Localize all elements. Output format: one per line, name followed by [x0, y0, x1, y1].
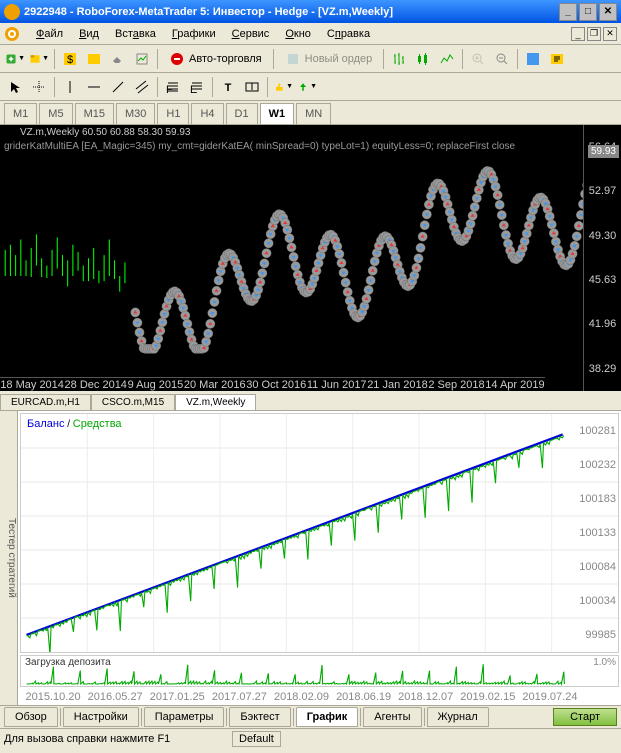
- tab-agents[interactable]: Агенты: [363, 707, 421, 727]
- chart-tab-csco[interactable]: CSCO.m,M15: [91, 394, 175, 410]
- zoom-out-button[interactable]: [491, 48, 513, 70]
- autotrading-icon: [169, 51, 185, 67]
- tf-w1[interactable]: W1: [260, 103, 295, 124]
- menu-view[interactable]: Вид: [71, 26, 107, 42]
- new-order-label: Новый ордер: [305, 53, 373, 65]
- tab-settings[interactable]: Настройки: [63, 707, 139, 727]
- svg-text:T: T: [249, 81, 256, 93]
- price-tag: 59.93: [588, 145, 619, 158]
- main-toolbar: ▼ ▼ $ Авто-торговля Новый ордер: [0, 45, 621, 73]
- equity-legend: Баланс / Средства: [27, 418, 122, 430]
- chart-y-axis: 59.93 56.64 52.97 49.30 45.63 41.96 38.2…: [583, 125, 621, 391]
- tab-journal[interactable]: Журнал: [427, 707, 489, 727]
- toolbox-button[interactable]: [107, 48, 129, 70]
- maximize-button[interactable]: □: [579, 3, 597, 21]
- timeframe-tabs: M1 M5 M15 M30 H1 H4 D1 W1 MN: [0, 101, 621, 125]
- tf-m1[interactable]: M1: [4, 103, 37, 124]
- crosshair-button[interactable]: [28, 76, 50, 98]
- tester-x-axis: 2015.10.202016.05.272017.01.252017.07.27…: [18, 689, 621, 705]
- candle-chart-button[interactable]: [412, 48, 434, 70]
- cursor-button[interactable]: [4, 76, 26, 98]
- line-chart-button[interactable]: [436, 48, 458, 70]
- chart-x-axis: 18 May 201428 Dec 20149 Aug 201520 Mar 2…: [0, 377, 545, 391]
- chart-window-tabs: EURCAD.m,H1 CSCO.m,M15 VZ.m,Weekly: [0, 391, 621, 411]
- doc-close-button[interactable]: ✕: [603, 27, 617, 41]
- drawing-toolbar: F E T T ▼ ▼: [0, 73, 621, 101]
- tf-m5[interactable]: M5: [39, 103, 72, 124]
- status-help: Для вызова справки нажмите F1: [4, 733, 224, 745]
- autotrading-button[interactable]: Авто-торговля: [162, 48, 269, 70]
- tester-tabs: Обзор Настройки Параметры Бэктест График…: [0, 706, 621, 728]
- svg-text:T: T: [225, 82, 232, 94]
- tester-button[interactable]: [131, 48, 153, 70]
- svg-text:$: $: [67, 54, 73, 66]
- doc-restore-button[interactable]: ❐: [587, 27, 601, 41]
- start-button[interactable]: Старт: [553, 708, 617, 726]
- tab-backtest[interactable]: Бэктест: [229, 707, 290, 727]
- tf-h4[interactable]: H4: [191, 103, 223, 124]
- market-watch-button[interactable]: $: [59, 48, 81, 70]
- window-title: 2922948 - RoboForex-MetaTrader 5: Инвест…: [24, 6, 559, 18]
- chart-tab-vz[interactable]: VZ.m,Weekly: [175, 394, 256, 410]
- strategy-tester: Тестер стратегий Баланс / Средства 10028…: [0, 411, 621, 706]
- metaeditor-button[interactable]: [546, 48, 568, 70]
- load-label: Загрузка депозита: [25, 657, 111, 668]
- svg-text:E: E: [190, 84, 197, 95]
- load-value: 1.0%: [593, 657, 616, 668]
- doc-minimize-button[interactable]: _: [571, 27, 585, 41]
- tf-m30[interactable]: M30: [116, 103, 155, 124]
- price-chart[interactable]: VZ.m,Weekly 60.50 60.88 58.30 59.93 grid…: [0, 125, 621, 391]
- menu-insert[interactable]: Вставка: [107, 26, 164, 42]
- profiles-button[interactable]: ▼: [28, 48, 50, 70]
- fibo-expansion-button[interactable]: E: [186, 76, 208, 98]
- menu-file[interactable]: Файл: [28, 26, 71, 42]
- tab-overview[interactable]: Обзор: [4, 707, 58, 727]
- horizontal-line-button[interactable]: [83, 76, 105, 98]
- vertical-line-button[interactable]: [59, 76, 81, 98]
- close-button[interactable]: ✕: [599, 3, 617, 21]
- window-titlebar: 2922948 - RoboForex-MetaTrader 5: Инвест…: [0, 0, 621, 23]
- arrow-up-button[interactable]: ▼: [296, 76, 318, 98]
- menu-help[interactable]: Справка: [319, 26, 378, 42]
- menu-bar: Файл Вид Вставка Графики Сервис Окно Спр…: [0, 23, 621, 45]
- tab-graph[interactable]: График: [296, 707, 359, 727]
- new-order-icon: [285, 51, 301, 67]
- menu-window[interactable]: Окно: [277, 26, 319, 42]
- deposit-load-chart[interactable]: Загрузка депозита 1.0%: [20, 655, 619, 687]
- tf-h1[interactable]: H1: [157, 103, 189, 124]
- app-icon: [4, 4, 20, 20]
- status-bar: Для вызова справки нажмите F1 Default: [0, 728, 621, 748]
- thumbs-up-button[interactable]: ▼: [272, 76, 294, 98]
- chart-tab-eurcad[interactable]: EURCAD.m,H1: [0, 394, 91, 410]
- bar-chart-button[interactable]: [388, 48, 410, 70]
- status-default[interactable]: Default: [232, 731, 281, 747]
- menu-charts[interactable]: Графики: [164, 26, 224, 42]
- tab-inputs[interactable]: Параметры: [144, 707, 225, 727]
- app-logo-icon: [4, 26, 20, 42]
- text-button[interactable]: T: [217, 76, 239, 98]
- tester-side-label[interactable]: Тестер стратегий: [0, 411, 18, 705]
- navigator-button[interactable]: [83, 48, 105, 70]
- new-chart-button[interactable]: ▼: [4, 48, 26, 70]
- minimize-button[interactable]: _: [559, 3, 577, 21]
- mql-button[interactable]: [522, 48, 544, 70]
- equidistant-channel-button[interactable]: [131, 76, 153, 98]
- tf-mn[interactable]: MN: [296, 103, 331, 124]
- tf-d1[interactable]: D1: [226, 103, 258, 124]
- svg-text:F: F: [166, 84, 173, 95]
- new-order-button[interactable]: Новый ордер: [278, 48, 380, 70]
- zoom-in-button[interactable]: [467, 48, 489, 70]
- autotrading-label: Авто-торговля: [189, 53, 262, 65]
- text-label-button[interactable]: T: [241, 76, 263, 98]
- equity-chart[interactable]: Баланс / Средства 100281 100232 100183 1…: [20, 413, 619, 653]
- menu-tools[interactable]: Сервис: [224, 26, 278, 42]
- fibonacci-button[interactable]: F: [162, 76, 184, 98]
- equity-y-axis: 100281 100232 100183 100133 100084 10003…: [572, 414, 616, 652]
- trend-line-button[interactable]: [107, 76, 129, 98]
- tf-m15[interactable]: M15: [75, 103, 114, 124]
